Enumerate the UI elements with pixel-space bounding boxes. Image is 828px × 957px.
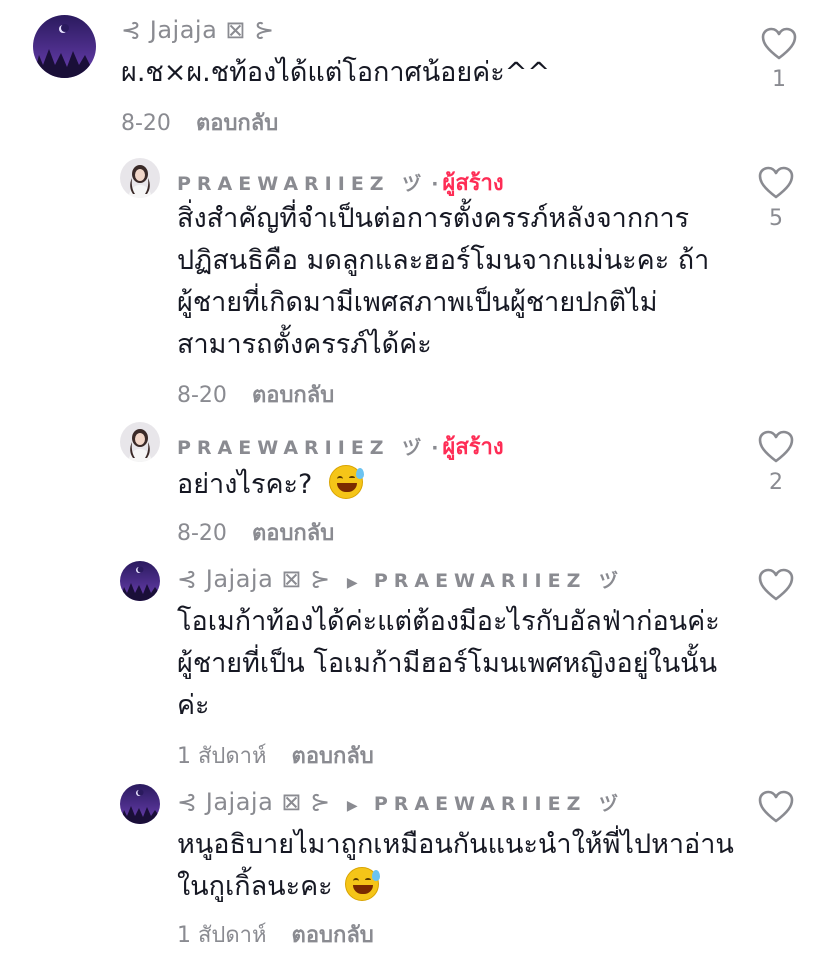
heart-outline-icon (761, 27, 797, 60)
like-count: 5 (769, 206, 783, 231)
like-button[interactable] (751, 790, 801, 824)
avatar[interactable] (120, 422, 160, 462)
comment-meta: 8-20 ตอบกลับ (121, 105, 278, 140)
comment-meta: 1 สัปดาห์ ตอบกลับ (177, 917, 374, 952)
comment-username[interactable]: PRAEWARIIEZ ヅ · ผู้สร้าง (177, 429, 504, 464)
reply-button[interactable]: ตอบกลับ (292, 923, 374, 948)
comment-username[interactable]: ⊰ Jajaja ⊠ ⊱ (121, 16, 275, 44)
play-arrow-icon: ▶ (346, 798, 358, 814)
heart-outline-icon (758, 568, 794, 601)
reply-button[interactable]: ตอบกลับ (196, 111, 278, 136)
heart-outline-icon (758, 430, 794, 463)
avatar[interactable] (120, 561, 160, 601)
like-button[interactable]: 5 (751, 166, 801, 231)
creator-badge: ผู้สร้าง (442, 171, 504, 196)
comment-date: 8-20 (177, 383, 227, 408)
comment-username[interactable]: ⊰ Jajaja ⊠ ⊱ ▶ PRAEWARIIEZ ヅ (177, 788, 624, 816)
like-button[interactable]: 1 (754, 27, 804, 92)
reply-button[interactable]: ตอบกลับ (252, 383, 334, 408)
comment-meta: 8-20 ตอบกลับ (177, 515, 334, 550)
grinning-sweat-emoji (328, 465, 364, 499)
comment-date: 8-20 (121, 111, 171, 136)
heart-outline-icon (758, 790, 794, 823)
heart-outline-icon (758, 166, 794, 199)
comment-text: สิ่งสำคัญที่จำเป็นต่อการตั้งครรภ์หลังจาก… (177, 203, 710, 360)
comment-text: ผ.ช×ผ.ชท้องได้แต่โอกาศน้อยค่ะ^^ (121, 57, 550, 88)
reply-button[interactable]: ตอบกลับ (252, 521, 334, 546)
like-count: 2 (769, 470, 783, 495)
play-arrow-icon: ▶ (346, 575, 358, 591)
comment-meta: 1 สัปดาห์ ตอบกลับ (177, 738, 374, 773)
like-button[interactable]: 2 (751, 430, 801, 495)
like-count: 1 (772, 67, 786, 92)
avatar[interactable] (33, 15, 96, 78)
comment-username[interactable]: PRAEWARIIEZ ヅ · ผู้สร้าง (177, 165, 504, 200)
comment-text: อย่างไรคะ? (177, 464, 737, 506)
reply-to-username[interactable]: PRAEWARIIEZ ヅ (374, 570, 624, 592)
comment-date: 1 สัปดาห์ (177, 923, 267, 948)
comment-text: โอเมก้าท้องได้ค่ะแต่ต้องมีอะไรกับอัลฟ่าก… (177, 606, 720, 721)
reply-button[interactable]: ตอบกลับ (292, 744, 374, 769)
avatar[interactable] (120, 784, 160, 824)
comment-username[interactable]: ⊰ Jajaja ⊠ ⊱ ▶ PRAEWARIIEZ ヅ (177, 565, 624, 593)
like-button[interactable] (751, 568, 801, 602)
grinning-sweat-emoji (345, 867, 381, 901)
comment-date: 8-20 (177, 521, 227, 546)
creator-badge: ผู้สร้าง (442, 435, 504, 460)
avatar[interactable] (120, 158, 160, 198)
comment-date: 1 สัปดาห์ (177, 744, 267, 769)
reply-to-username[interactable]: PRAEWARIIEZ ヅ (374, 793, 624, 815)
comment-text: หนูอธิบายไมาถูกเหมือนกันแนะนำให้พี่ไปหาอ… (177, 829, 734, 902)
comment-meta: 8-20 ตอบกลับ (177, 377, 334, 412)
